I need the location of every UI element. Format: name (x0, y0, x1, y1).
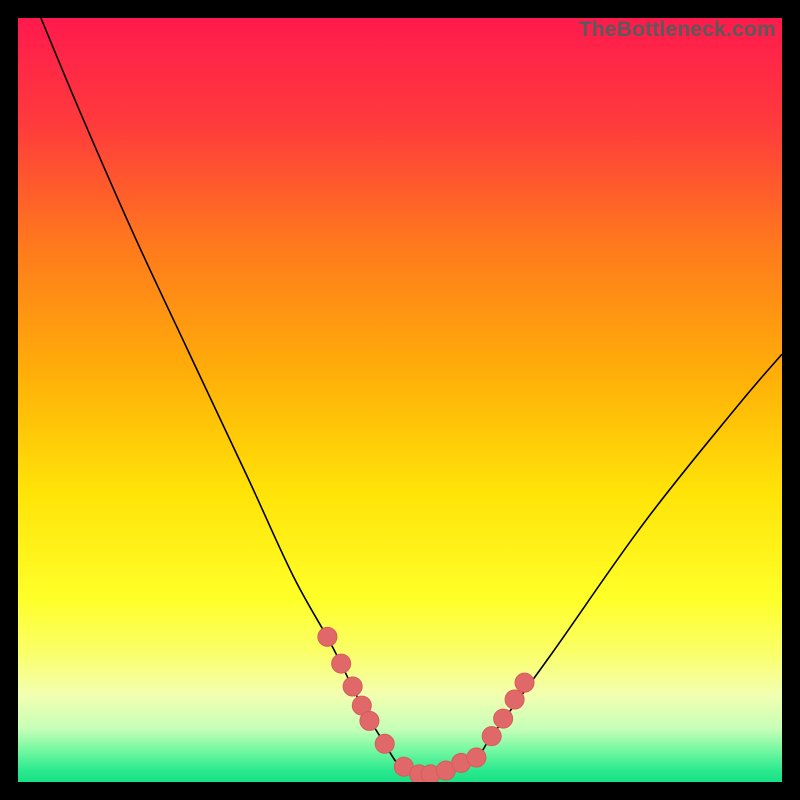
curve-layer (18, 18, 782, 782)
marker-point (318, 627, 337, 646)
plot-area: TheBottleneck.com (18, 18, 782, 782)
marker-point (343, 677, 362, 696)
marker-point (332, 654, 351, 673)
bottleneck-curve (41, 18, 782, 775)
marker-point (360, 711, 379, 730)
marker-point (505, 690, 524, 709)
marker-point (375, 734, 394, 753)
chart-root: TheBottleneck.com (0, 0, 800, 800)
marker-point (494, 709, 513, 728)
marker-point (515, 673, 534, 692)
highlight-markers (318, 627, 534, 782)
marker-point (467, 748, 486, 767)
marker-point (482, 727, 501, 746)
